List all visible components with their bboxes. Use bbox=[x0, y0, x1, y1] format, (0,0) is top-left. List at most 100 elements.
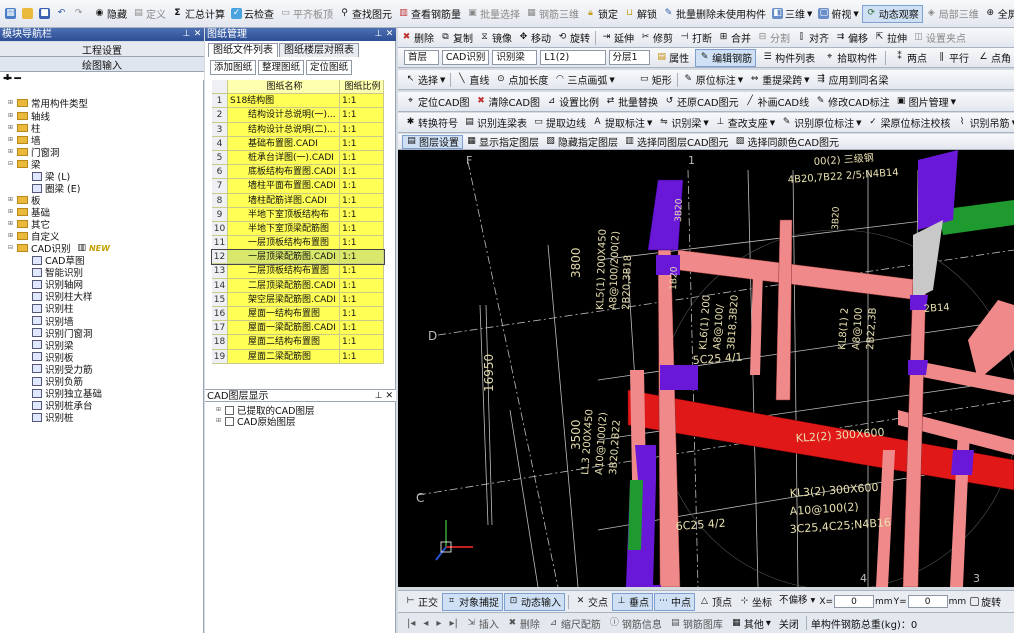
table-row[interactable]: 9 半地下室顶板结构布 1:1 bbox=[212, 207, 384, 222]
scale-rebar-button[interactable]: ⊿ 缩尺配筋 bbox=[545, 614, 604, 632]
check-inplace-button[interactable]: ✓ 梁原位标注校核 bbox=[865, 114, 954, 132]
insert-button[interactable]: ⇲ 插入 bbox=[463, 614, 502, 632]
delete-row-button[interactable]: ✖ 删除 bbox=[504, 614, 543, 632]
stretch-button[interactable]: ⇱ 拉伸 bbox=[871, 29, 910, 47]
app-menu-icon[interactable]: ▦ bbox=[2, 5, 19, 23]
draw-cad-line-button[interactable]: ╱ 补画CAD线 bbox=[742, 93, 813, 111]
cad-drawing[interactable]: F 1DC343800169503500KL5(1) 200X450 A8@100/… bbox=[398, 150, 1014, 587]
merge-button[interactable]: ⊞ 合并 bbox=[715, 29, 754, 47]
select-same-color-button[interactable]: ▨ 选择同颜色CAD图元 bbox=[732, 134, 843, 149]
midpoint-toggle[interactable]: ⋯ 中点 bbox=[654, 592, 695, 611]
col-name-header[interactable]: 图纸名称 bbox=[228, 80, 340, 94]
table-row[interactable]: 7 墙柱平面布置图.CADI 1:1 bbox=[212, 179, 384, 194]
close-button[interactable]: 关闭 bbox=[776, 614, 802, 632]
edit-cad-label-button[interactable]: ✎ 修改CAD标注 bbox=[812, 93, 893, 111]
rebar-library-button[interactable]: ▤ 钢筋图库 bbox=[667, 614, 726, 632]
vertex-toggle[interactable]: △ 顶点 bbox=[696, 593, 735, 611]
checkbox-icon[interactable] bbox=[225, 416, 234, 426]
set-scale-button[interactable]: ⊿ 设置比例 bbox=[543, 93, 602, 111]
line-button[interactable]: ╲ 直线 bbox=[453, 71, 492, 89]
summary-calc-button[interactable]: Σ 汇总计算 bbox=[169, 5, 228, 23]
add-drawing-button[interactable]: 添加图纸 bbox=[210, 59, 257, 75]
first-record-icon[interactable]: |◂ bbox=[404, 614, 418, 632]
extract-edge-button[interactable]: ▭ 提取边线 bbox=[530, 114, 589, 132]
parallel-button[interactable]: ∥ 平行 bbox=[933, 49, 972, 67]
unlock-button[interactable]: ⊔ 解锁 bbox=[621, 5, 660, 23]
apply-same-beam-button[interactable]: ⇶ 应用到同名梁 bbox=[813, 71, 892, 89]
grip-button[interactable]: ◫ 设置夹点 bbox=[910, 29, 969, 47]
checkbox-icon[interactable] bbox=[225, 405, 234, 415]
ortho-toggle[interactable]: ⊢ 正交 bbox=[402, 593, 441, 611]
close-icon[interactable]: ✕ bbox=[385, 30, 394, 39]
col-scale-header[interactable]: 图纸比例 bbox=[340, 80, 384, 94]
table-row[interactable]: 3 结构设计总说明(二)... 1:1 bbox=[212, 122, 384, 137]
table-row[interactable]: 18 屋面二结构布置图 1:1 bbox=[212, 335, 384, 350]
hide-button[interactable]: ◉ 隐藏 bbox=[91, 5, 130, 23]
table-row[interactable]: 4 基础布置图.CADI 1:1 bbox=[212, 136, 384, 151]
mirror-button[interactable]: ⧖ 镜像 bbox=[476, 29, 515, 47]
rebar-info-button[interactable]: ⓘ 钢筋信息 bbox=[606, 614, 665, 632]
organize-drawing-button[interactable]: 整理图纸 bbox=[258, 59, 305, 75]
type-select[interactable]: 识别梁 bbox=[492, 50, 538, 65]
re-span-button[interactable]: ⇔ 重提梁跨 ▼ bbox=[746, 71, 812, 89]
table-row[interactable]: 5 桩承台详图(一).CADI 1:1 bbox=[212, 150, 384, 166]
3d-button[interactable]: ◧ 三维 ▼ bbox=[769, 5, 815, 23]
locate-cad-button[interactable]: ⌖ 定位CAD图 bbox=[402, 93, 473, 111]
table-row[interactable]: 19 屋面二梁配筋图 1:1 bbox=[212, 349, 384, 364]
define-button[interactable]: ▤ 定义 bbox=[130, 5, 169, 23]
floor-select[interactable]: 首层 bbox=[404, 50, 439, 65]
batch-replace-button[interactable]: ⇄ 批量替换 bbox=[602, 93, 661, 111]
break-button[interactable]: ⊣ 打断 bbox=[676, 29, 715, 47]
point-length-button[interactable]: ⊙ 点加长度 bbox=[492, 71, 551, 89]
open-icon[interactable] bbox=[19, 5, 36, 23]
rectangle-button[interactable]: ▭ 矩形 bbox=[636, 71, 675, 89]
close-icon[interactable]: ⊥ ✕ bbox=[375, 390, 393, 403]
other-button[interactable]: ▦ 其他 ▾ bbox=[728, 614, 774, 632]
extract-label-button[interactable]: A 提取标注 ▼ bbox=[589, 114, 655, 132]
x-input[interactable]: 0 bbox=[834, 595, 875, 608]
find-element-button[interactable]: ⚲ 查找图元 bbox=[336, 5, 395, 23]
redo-icon[interactable]: ↷ bbox=[70, 5, 87, 23]
align-button[interactable]: ⫿ 对齐 bbox=[793, 29, 832, 47]
three-point-arc-button[interactable]: ◠ 三点画弧 ▼ bbox=[551, 71, 617, 89]
pin-icon[interactable]: ⊥ bbox=[374, 30, 383, 39]
check-support-button[interactable]: ⊥ 查改支座 ▼ bbox=[712, 114, 778, 132]
tree-item-common[interactable]: ⊞ 常用构件类型 bbox=[8, 97, 88, 110]
dynamic-input-toggle[interactable]: ⊡ 动态输入 bbox=[504, 592, 565, 611]
component-select[interactable]: L1(2) bbox=[540, 50, 606, 65]
recognize-beam-button[interactable]: ⇋ 识别梁 ▼ bbox=[655, 114, 711, 132]
table-row[interactable]: 16 屋面一结构布置图 1:1 bbox=[212, 307, 384, 322]
y-input[interactable]: 0 bbox=[907, 595, 948, 608]
close-icon[interactable]: ✕ bbox=[193, 30, 202, 39]
cad-canvas[interactable]: F 1 D C 3 4 3800 16950 3500 KL5(1) 200X450 A8@100/… bbox=[398, 150, 1014, 587]
object-snap-toggle[interactable]: ⌗ 对象捕捉 bbox=[442, 592, 503, 611]
perpendicular-toggle[interactable]: ⊥ 垂点 bbox=[612, 592, 653, 611]
drawing-input-button[interactable]: 绘图输入 bbox=[0, 57, 204, 72]
lock-button[interactable]: 🔒︎ 锁定 bbox=[582, 5, 621, 23]
table-row[interactable]: 11 一层顶板结构布置图 1:1 bbox=[212, 236, 384, 251]
offset-button[interactable]: ⇉ 偏移 bbox=[832, 29, 871, 47]
hide-layer-button[interactable]: ▧ 隐藏指定图层 bbox=[542, 134, 621, 149]
image-manage-button[interactable]: ▣ 图片管理 ▼ bbox=[893, 93, 959, 111]
local-3d-button[interactable]: ◈ 局部三维 bbox=[923, 5, 982, 23]
rotate-button[interactable]: ⟲ 旋转 bbox=[554, 29, 593, 47]
undo-icon[interactable]: ↶ bbox=[53, 5, 70, 23]
prev-record-icon[interactable]: ◂ bbox=[420, 614, 431, 632]
point-angle-button[interactable]: ∠ 点角 bbox=[975, 49, 1014, 67]
layer-item-original[interactable]: ⊞ CAD原始图层 bbox=[216, 415, 295, 428]
layer-select[interactable]: 分层1 bbox=[608, 50, 651, 65]
locate-drawing-button[interactable]: 定位图纸 bbox=[306, 59, 353, 75]
rotate-checkbox[interactable]: 旋转 bbox=[967, 593, 1004, 611]
select-button[interactable]: ↖ 选择 ▼ bbox=[402, 71, 448, 89]
move-button[interactable]: ✥ 移动 bbox=[515, 29, 554, 47]
next-record-icon[interactable]: ▸ bbox=[433, 614, 444, 632]
top-view-button[interactable]: ▢ 俯视 ▼ bbox=[815, 5, 861, 23]
coordinate-toggle[interactable]: ⊹ 坐标 bbox=[736, 593, 775, 611]
clear-cad-button[interactable]: ✖ 清除CAD图 bbox=[473, 93, 544, 111]
offset-mode-select[interactable]: 不偏移 ▾ bbox=[776, 594, 818, 609]
copy-button[interactable]: ⧉ 复制 bbox=[437, 29, 476, 47]
tree-item-axis[interactable]: ⊞ 轴线 bbox=[8, 110, 50, 123]
component-list-button[interactable]: ☰ 构件列表 bbox=[759, 49, 818, 67]
last-record-icon[interactable]: ▸| bbox=[446, 614, 460, 632]
split-button[interactable]: ⊟ 分割 bbox=[754, 29, 793, 47]
